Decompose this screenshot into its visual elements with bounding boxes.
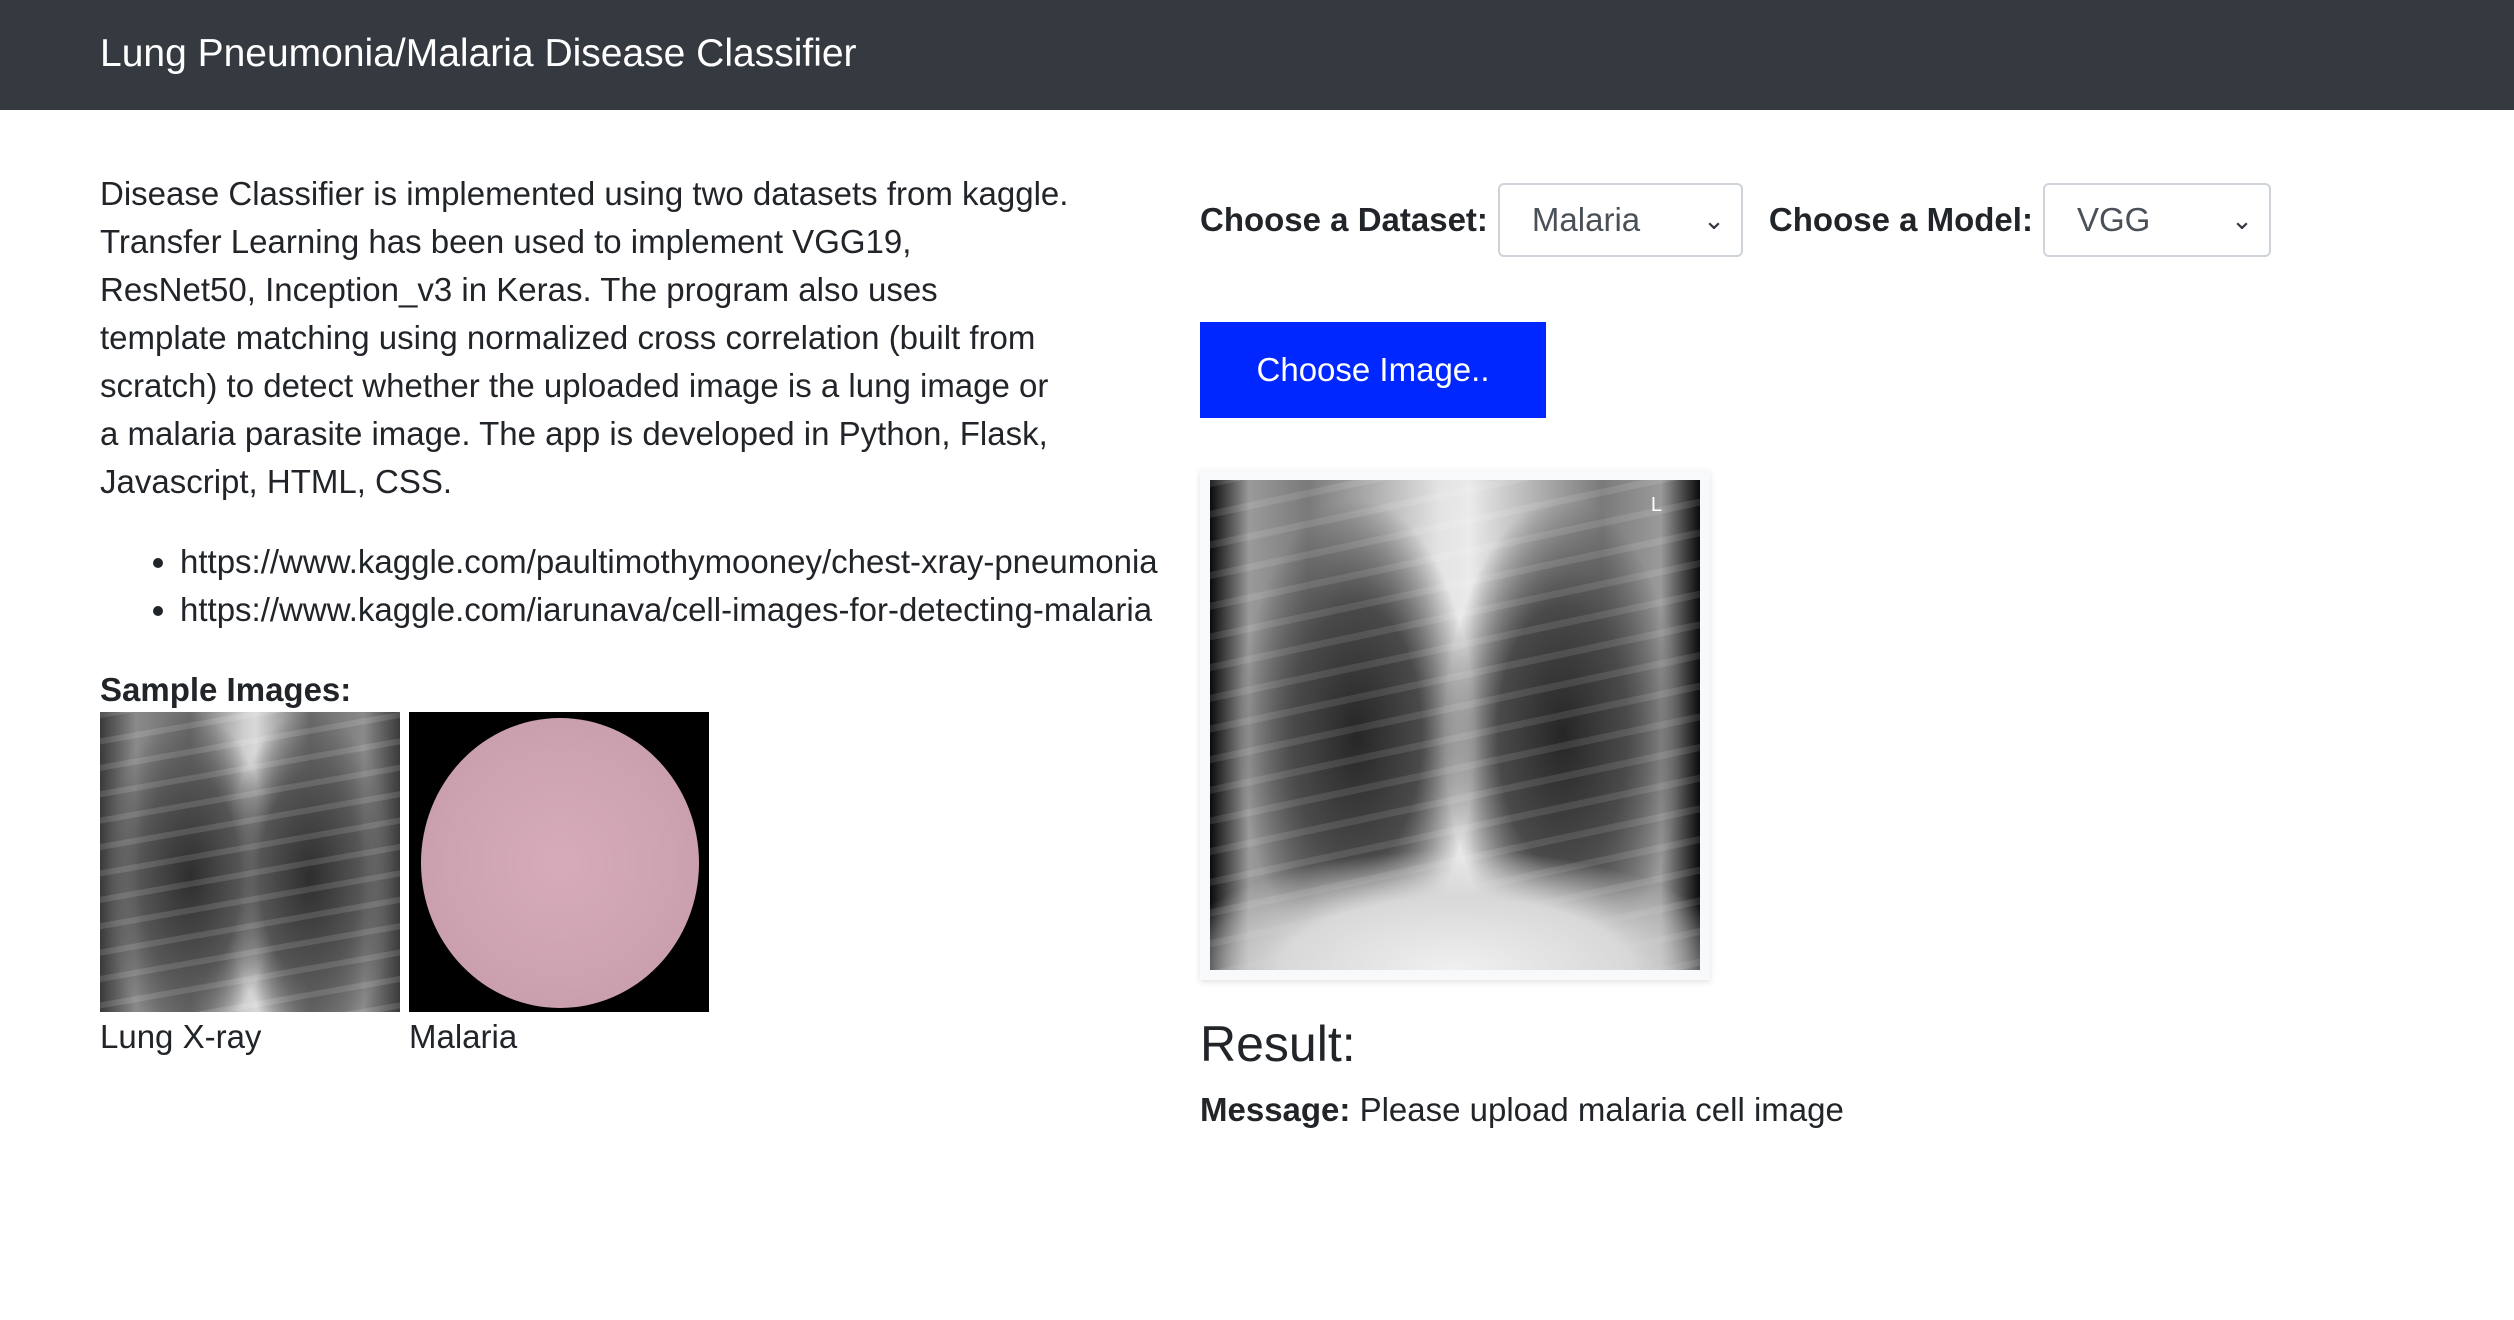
sample-caption-lung: Lung X-ray bbox=[100, 1018, 262, 1055]
message-label: Message: bbox=[1200, 1091, 1351, 1128]
malaria-cell-image bbox=[409, 712, 709, 1012]
info-column: Disease Classifier is implemented using … bbox=[100, 170, 1158, 1062]
result-title: Result: bbox=[1200, 1016, 1356, 1072]
model-label: Choose a Model: bbox=[1768, 201, 2033, 238]
lung-xray-image bbox=[100, 712, 400, 1012]
selector-row: Choose a Dataset: Malaria ⌄ Choose a Mod… bbox=[1200, 170, 2400, 270]
dataset-select[interactable]: Malaria ⌄ bbox=[1497, 183, 1743, 257]
dataset-link-pneumonia[interactable]: https://www.kaggle.com/paultimothymooney… bbox=[180, 538, 1170, 586]
sample-caption-malaria: Malaria bbox=[409, 1018, 518, 1055]
model-select-value: VGG bbox=[2076, 201, 2151, 238]
navbar: Lung Pneumonia/Malaria Disease Classifie… bbox=[0, 0, 2514, 110]
chevron-down-icon: ⌄ bbox=[1703, 204, 1725, 235]
app-title[interactable]: Lung Pneumonia/Malaria Disease Classifie… bbox=[100, 28, 857, 80]
dataset-link-malaria[interactable]: https://www.kaggle.com/iarunava/cell-ima… bbox=[180, 586, 1170, 634]
dataset-label: Choose a Dataset: bbox=[1200, 201, 1488, 238]
description-text: Disease Classifier is implemented using … bbox=[100, 175, 1069, 500]
choose-image-button[interactable]: Choose Image.. bbox=[1200, 322, 1546, 418]
image-preview: L bbox=[1200, 470, 1710, 980]
model-select[interactable]: VGG ⌄ bbox=[2042, 183, 2271, 257]
result-message: Message: Please upload malaria cell imag… bbox=[1200, 1088, 2400, 1132]
message-text: Please upload malaria cell image bbox=[1359, 1091, 1844, 1128]
sample-malaria: Malaria bbox=[409, 712, 709, 1062]
xray-side-marker: L bbox=[1650, 494, 1662, 516]
dataset-select-value: Malaria bbox=[1531, 201, 1641, 238]
chevron-down-icon: ⌄ bbox=[2231, 204, 2253, 235]
uploaded-xray-image: L bbox=[1210, 480, 1700, 970]
sample-images: Lung X-ray Malaria bbox=[100, 712, 1100, 1062]
sample-images-title: Sample Images: bbox=[100, 671, 352, 708]
classifier-column: Choose a Dataset: Malaria ⌄ Choose a Mod… bbox=[1200, 170, 2400, 1132]
dataset-links: https://www.kaggle.com/paultimothymooney… bbox=[100, 538, 1170, 634]
sample-lung-xray: Lung X-ray bbox=[100, 712, 400, 1062]
